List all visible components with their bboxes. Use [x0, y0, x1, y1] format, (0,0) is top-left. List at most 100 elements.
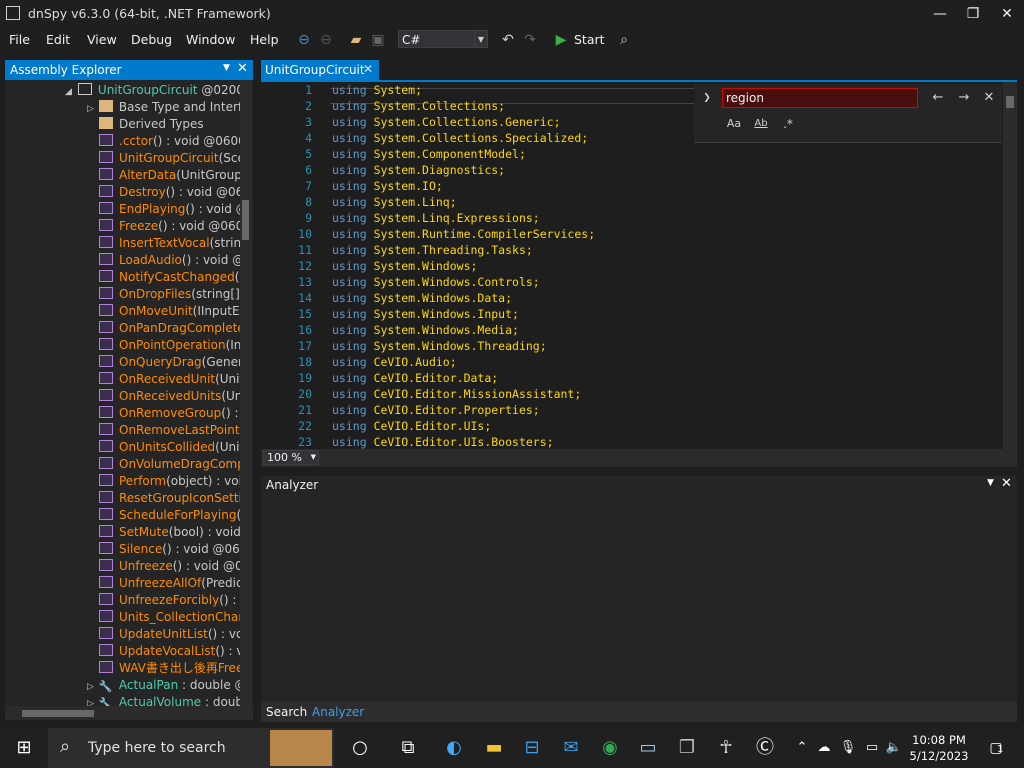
tree-horizontal-scroll-thumb[interactable] [22, 710, 94, 717]
find-next-icon[interactable]: → [955, 89, 973, 107]
tree-node-method[interactable]: EndPlaying() : void @0... [99, 201, 243, 218]
tree-node-method[interactable]: InsertTextVocal(string)... [99, 235, 243, 252]
edge-icon[interactable]: ◐ [440, 734, 468, 762]
editor-vertical-scrollbar[interactable] [1003, 82, 1017, 449]
taskbar-search-box[interactable]: ⌕ Type here to search [48, 728, 334, 768]
tree-node-method[interactable]: OnPanDragCompleted... [99, 320, 243, 337]
tree-node-method[interactable]: AlterData(UnitGroup, ... [99, 167, 243, 184]
tree-node-method[interactable]: UnitGroupCircuit(Scene... [99, 150, 243, 167]
tree-node-property[interactable]: ▷ 🔧 ActualPan : double @... [87, 677, 243, 694]
code-line[interactable]: using System.IO; [332, 178, 443, 194]
close-button[interactable]: ✕ [992, 4, 1022, 24]
tree-node-method[interactable]: WAV書き出し後再Freeze... [99, 660, 243, 677]
undo-icon[interactable]: ↶ [498, 30, 518, 50]
tree-node-method[interactable]: LoadAudio() : void @0... [99, 252, 243, 269]
code-line[interactable]: using System.Collections; [332, 98, 505, 114]
tree-node-method[interactable]: OnRemoveGroup() : v... [99, 405, 243, 422]
regex-button[interactable]: .* [778, 115, 798, 133]
tree-node-folder[interactable]: Derived Types [99, 116, 243, 133]
open-folder-icon[interactable]: ▰ [346, 30, 366, 50]
tree-node-method[interactable]: OnDropFiles(string[], ... [99, 286, 243, 303]
mail-icon[interactable]: ✉ [557, 734, 585, 762]
code-line[interactable]: using System.Windows.Media; [332, 322, 519, 338]
close-icon[interactable]: ✕ [1001, 476, 1012, 491]
language-select[interactable]: C# ▼ [398, 30, 488, 48]
code-line[interactable]: using CeVIO.Editor.Properties; [332, 402, 540, 418]
tree-vertical-scroll-thumb[interactable] [242, 200, 249, 240]
task-view-icon[interactable]: ⧉ [394, 734, 422, 762]
tree-node-method[interactable]: .cctor() : void @06001... [99, 133, 243, 150]
search-icon[interactable]: ⌕ [614, 30, 634, 50]
dnspy-taskbar-icon[interactable]: ❐ [673, 734, 701, 762]
tab-search[interactable]: Search [266, 705, 307, 719]
windows-start-icon[interactable]: ⊞ [10, 734, 38, 762]
remote-desktop-icon[interactable]: ▭ [634, 734, 662, 762]
tree-vertical-scrollbar[interactable] [240, 80, 252, 706]
start-button[interactable]: Start [574, 30, 605, 50]
collapsed-icon[interactable]: ▷ [87, 104, 94, 114]
code-line[interactable]: using CeVIO.Editor.UIs.Boosters; [332, 434, 554, 450]
collapsed-icon[interactable]: ▷ [87, 682, 94, 692]
tab-unitgroupcircuit[interactable]: UnitGroupCircuit ✕ [261, 60, 379, 80]
code-line[interactable]: using System.Windows.Input; [332, 306, 519, 322]
tab-close-icon[interactable]: ✕ [363, 62, 373, 76]
tree-node-method[interactable]: SetMute(bool) : void @... [99, 524, 243, 541]
notifications-icon[interactable]: ▢ [982, 734, 1010, 762]
menu-file[interactable]: File [9, 30, 30, 50]
tree-node-method[interactable]: OnReceivedUnits(Unit... [99, 388, 243, 405]
collapsed-icon[interactable]: ▷ [87, 699, 94, 706]
code-line[interactable]: using System.Diagnostics; [332, 162, 505, 178]
dropdown-icon[interactable]: ▼ [223, 63, 230, 73]
tree-node-method[interactable]: ScheduleForPlaying(S... [99, 507, 243, 524]
file-explorer-icon[interactable]: ▬ [480, 734, 508, 762]
code-line[interactable]: using System.Collections.Specialized; [332, 130, 588, 146]
forward-icon[interactable]: ⊖ [316, 30, 336, 50]
start-play-icon[interactable]: ▶ [551, 30, 571, 50]
zoom-select[interactable]: 100 % ▼ [263, 450, 319, 465]
minimize-button[interactable]: — [925, 4, 955, 24]
code-line[interactable]: using System.Collections.Generic; [332, 114, 561, 130]
save-icon[interactable]: ▣ [368, 30, 388, 50]
tree-node-method[interactable]: Silence() : void @0600... [99, 541, 243, 558]
code-line[interactable]: using System.Windows; [332, 258, 477, 274]
maximize-button[interactable]: ❐ [958, 4, 988, 24]
code-line[interactable]: using CeVIO.Editor.Data; [332, 370, 498, 386]
clock[interactable]: 10:08 PM 5/12/2023 [906, 732, 972, 764]
code-line[interactable]: using System.Threading.Tasks; [332, 242, 533, 258]
tree-node-method[interactable]: OnUnitsCollided(UnitC... [99, 439, 243, 456]
tree-node-method[interactable]: OnReceivedUnit(UnitG... [99, 371, 243, 388]
find-input[interactable]: region [722, 88, 918, 108]
tree-node-method[interactable]: UnfreezeAllOf(Predica... [99, 575, 243, 592]
menu-help[interactable]: Help [250, 30, 279, 50]
code-line[interactable]: using CeVIO.Audio; [332, 354, 457, 370]
volume-icon[interactable]: 🔈 [880, 734, 908, 762]
tree-node-method[interactable]: OnMoveUnit(IInputEle... [99, 303, 243, 320]
tree-node-method[interactable]: OnVolumeDragCompl... [99, 456, 243, 473]
tree-node-folder[interactable]: ▷ Base Type and Interfaces [87, 99, 243, 116]
expanded-icon[interactable]: ◢ [65, 87, 72, 97]
close-icon[interactable]: ✕ [237, 61, 248, 76]
code-line[interactable]: using CeVIO.Editor.MissionAssistant; [332, 386, 581, 402]
tree-node-method[interactable]: ResetGroupIconSetting... [99, 490, 243, 507]
code-line[interactable]: using System; [332, 82, 422, 98]
code-line[interactable]: using System.Windows.Controls; [332, 274, 540, 290]
menu-edit[interactable]: Edit [46, 30, 70, 50]
tree-node-class[interactable]: ◢ UnitGroupCircuit @02000... [65, 82, 243, 99]
tree-node-method[interactable]: OnPointOperation(Inv... [99, 337, 243, 354]
find-close-icon[interactable]: ✕ [980, 89, 998, 107]
app-c-icon[interactable]: Ⓒ [751, 734, 779, 762]
tree-node-property[interactable]: ▷ 🔧 ActualVolume : double [87, 694, 243, 706]
menu-debug[interactable]: Debug [131, 30, 172, 50]
back-icon[interactable]: ⊖ [294, 30, 314, 50]
tree-node-method[interactable]: Unfreeze() : void @060... [99, 558, 243, 575]
chevron-down-icon[interactable]: ❯ [698, 89, 716, 107]
code-line[interactable]: using System.Runtime.CompilerServices; [332, 226, 595, 242]
code-line[interactable]: using System.ComponentModel; [332, 146, 526, 162]
tab-analyzer[interactable]: Analyzer [312, 705, 364, 719]
chrome-icon[interactable]: ◉ [596, 734, 624, 762]
editor-vertical-scroll-thumb[interactable] [1006, 96, 1014, 108]
tree-node-method[interactable]: Freeze() : void @0600... [99, 218, 243, 235]
code-line[interactable]: using System.Windows.Data; [332, 290, 512, 306]
tree-node-method[interactable]: UpdateVocalList() : voi... [99, 643, 243, 660]
redo-icon[interactable]: ↷ [520, 30, 540, 50]
